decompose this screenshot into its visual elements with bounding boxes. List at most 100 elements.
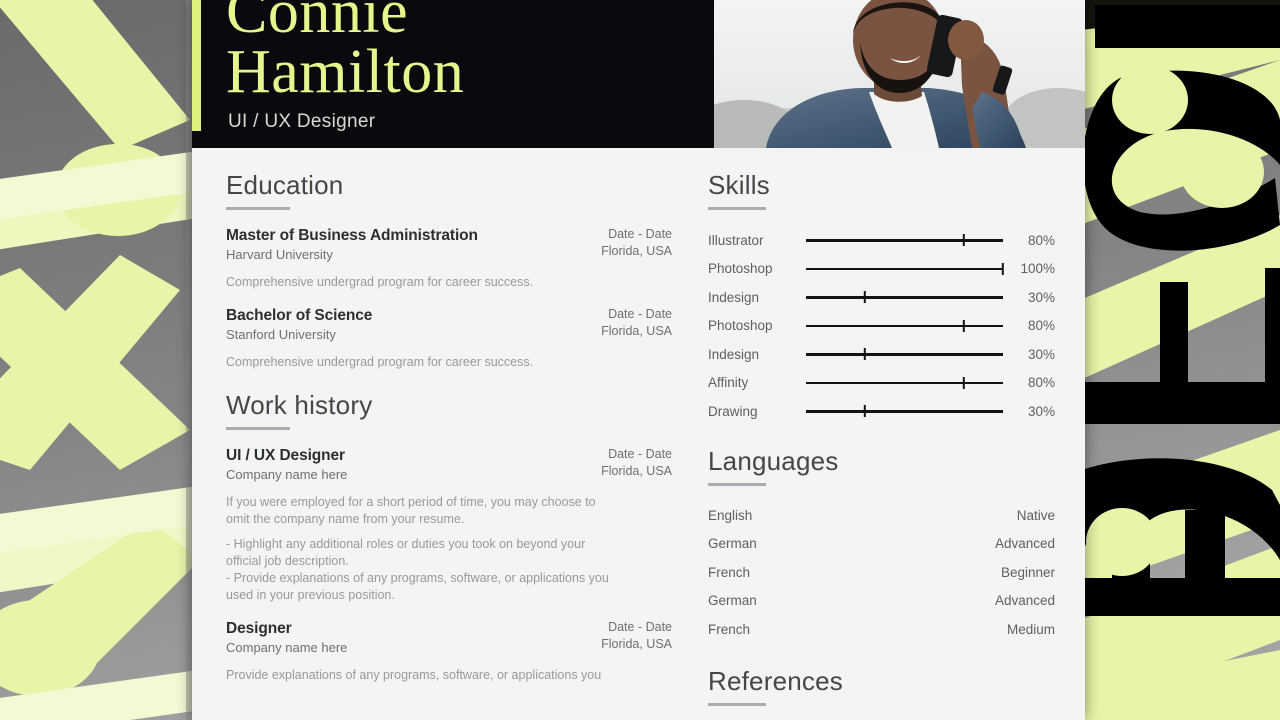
skill-slider-handle[interactable] [863, 405, 867, 418]
skill-row: Affinity 80% [708, 369, 1055, 398]
skills-list: Illustrator 80% Photoshop 100% Indesign 30% Ph… [708, 226, 1055, 426]
skill-value: 100% [1020, 261, 1055, 277]
language-name: French [708, 564, 751, 580]
skill-track-line [806, 267, 1003, 271]
skill-label: Photoshop [708, 261, 773, 277]
language-row: German Advanced [708, 530, 1055, 559]
language-level: Advanced [994, 593, 1055, 608]
references-title: References [708, 666, 843, 696]
languages-title: Languages [708, 445, 839, 476]
entry-date: Date - Date [608, 227, 672, 241]
skill-label: Photoshop [708, 318, 773, 334]
language-row: French Medium [708, 616, 1055, 645]
skills-title: Skills [708, 170, 770, 200]
skill-value: 80% [1027, 232, 1055, 248]
right-column: Skills Illustrator 80% Photoshop 100% Indesi… [700, 170, 1085, 720]
language-level: Beginner [1000, 564, 1055, 580]
language-name: German [708, 536, 757, 551]
skill-track-line [806, 410, 1003, 413]
work-history-title: Work history [226, 390, 373, 420]
entry-location: Florida, USA [601, 637, 672, 651]
skill-row: Indesign 30% [708, 340, 1055, 369]
skill-label: Illustrator [708, 232, 764, 248]
skill-track-line [806, 239, 1003, 242]
skill-slider[interactable] [806, 319, 1003, 332]
skill-slider-handle[interactable] [962, 319, 965, 332]
skill-slider[interactable] [806, 291, 1003, 304]
language-level: Advanced [994, 536, 1055, 551]
entry-org: Company name here [226, 640, 348, 655]
skill-row: Indesign 30% [708, 283, 1055, 312]
skill-value: 30% [1027, 289, 1055, 305]
resume-body: Education Master of Business Administrat… [192, 148, 1085, 720]
language-level: Native [1016, 507, 1055, 523]
skill-label: Drawing [708, 403, 758, 419]
entry-role: Bachelor of Science [226, 307, 373, 324]
skill-track-line [806, 381, 1003, 385]
entry-location: Florida, USA [601, 324, 672, 338]
left-column: Education Master of Business Administrat… [192, 170, 700, 720]
references-section: References [708, 666, 1055, 706]
entry-description: Comprehensive undergrad program for care… [226, 354, 672, 370]
entry-description: Comprehensive undergrad program for care… [226, 274, 672, 290]
entry-org: Stanford University [226, 327, 336, 342]
skill-slider-handle[interactable] [863, 291, 867, 304]
languages-list: English Native German Advanced French Beginne… [708, 502, 1055, 645]
section-rule [708, 482, 766, 486]
skill-track-line [806, 296, 1003, 299]
work-history-section: Work history UI / UX Designer Company na… [226, 390, 672, 683]
skill-slider[interactable] [806, 376, 1003, 389]
skill-value: 80% [1027, 318, 1055, 334]
section-rule [708, 703, 766, 706]
skill-row: Photoshop 100% [708, 255, 1055, 284]
section-rule [708, 207, 766, 210]
skill-slider[interactable] [806, 405, 1003, 418]
entry-desc-line: Comprehensive undergrad program for care… [226, 275, 534, 289]
entry-org: Harvard University [226, 247, 333, 262]
resume-header: Connie Hamilton UI / UX Designer [192, 0, 1085, 148]
skill-slider-handle[interactable] [1001, 262, 1005, 275]
entry-role: Designer [226, 620, 292, 637]
language-row: French Beginner [708, 559, 1055, 588]
first-name: Connie [226, 0, 409, 46]
entry-location: Florida, USA [601, 464, 672, 478]
skills-section: Skills Illustrator 80% Photoshop 100% Indesi… [708, 170, 1055, 426]
skill-value: 30% [1027, 346, 1055, 362]
skill-row: Illustrator 80% [708, 226, 1055, 255]
skill-track-line [806, 324, 1003, 328]
languages-section: Languages English Native German Advanced Fre… [708, 446, 1055, 645]
entry-date: Date - Date [608, 307, 672, 321]
profile-photo [714, 0, 1085, 148]
skill-slider-handle[interactable] [962, 234, 965, 247]
entry-location: Florida, USA [601, 244, 672, 258]
language-level: Medium [1006, 621, 1055, 637]
education-entry: Master of Business Administration Harvar… [226, 226, 672, 290]
skill-slider[interactable] [806, 348, 1003, 361]
entry-desc-line: Comprehensive undergrad program for care… [226, 355, 534, 369]
skill-value: 30% [1027, 403, 1055, 419]
language-name: German [708, 593, 757, 608]
work-entry: Designer Company name here Date - Date F… [226, 619, 672, 683]
education-section: Education Master of Business Administrat… [226, 170, 672, 370]
entry-desc-line: omit the company name from your resume. [226, 512, 465, 526]
language-name: English [708, 507, 753, 523]
skill-label: Indesign [708, 346, 760, 362]
job-title: UI / UX Designer [228, 111, 376, 132]
last-name: Hamilton [226, 38, 465, 106]
skill-slider-handle[interactable] [863, 348, 867, 361]
entry-desc-line: - Provide explanations of any programs, … [226, 571, 609, 585]
entry-description: If you were employed for a short period … [226, 494, 672, 603]
skill-slider[interactable] [806, 234, 1003, 247]
entry-desc-line: official job description. [226, 554, 349, 568]
section-rule [226, 427, 290, 430]
language-row: German Advanced [708, 587, 1055, 616]
skill-label: Indesign [708, 289, 760, 305]
skill-slider-handle[interactable] [962, 376, 965, 389]
section-rule [226, 207, 290, 210]
entry-desc-line: - Highlight any additional roles or duti… [226, 537, 586, 551]
skill-slider[interactable] [806, 262, 1005, 275]
skill-value: 80% [1027, 375, 1055, 391]
skill-row: Drawing 30% [708, 397, 1055, 426]
skill-label: Affinity [708, 375, 749, 391]
entry-date: Date - Date [608, 447, 672, 461]
